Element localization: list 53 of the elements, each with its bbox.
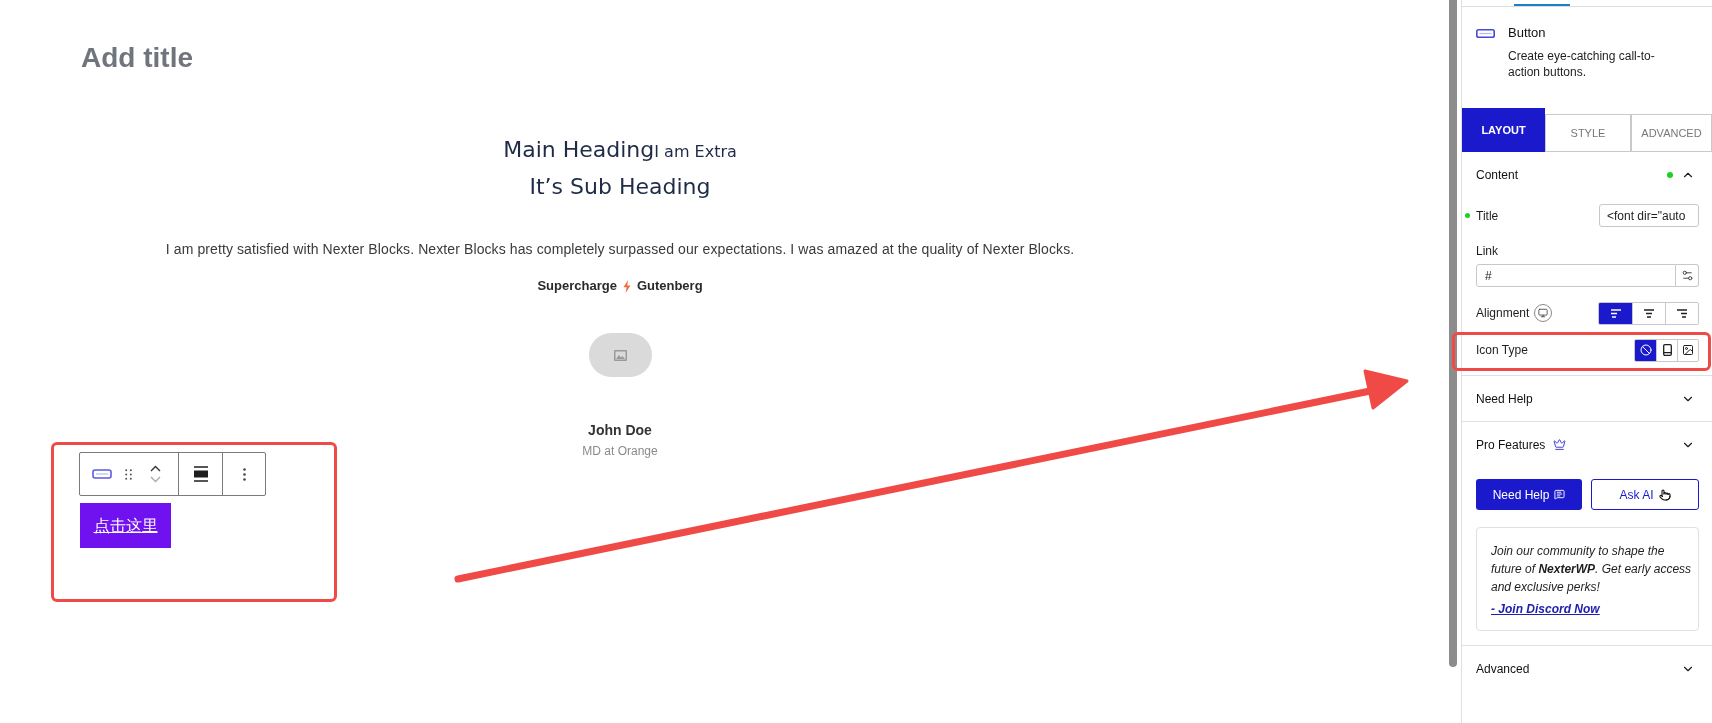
heading-extra: I am Extra — [654, 141, 737, 163]
align-left-icon — [1609, 308, 1622, 318]
need-help-button[interactable]: Need Help — [1476, 479, 1582, 510]
panel-header[interactable]: Content — [1462, 152, 1712, 197]
field-label: Alignment — [1476, 305, 1530, 321]
person-role: MD at Orange — [582, 443, 658, 459]
panel-header[interactable]: Advanced — [1462, 646, 1712, 691]
more-options-icon[interactable] — [242, 467, 246, 481]
scrollbar-thumb[interactable] — [1449, 0, 1457, 667]
ban-icon — [1639, 344, 1652, 356]
settings-tab[interactable]: LAYOUT — [1462, 108, 1545, 152]
field-label: Link — [1476, 243, 1498, 259]
block-title: Button — [1508, 24, 1546, 43]
align-center-icon — [1643, 308, 1655, 318]
image-icon — [1682, 344, 1694, 356]
main-heading: Main Heading — [503, 136, 655, 164]
alignment-option[interactable] — [1665, 302, 1698, 324]
active-tab-underline — [1514, 4, 1570, 6]
field-label: Title — [1476, 207, 1499, 224]
align-right-icon — [1676, 308, 1688, 318]
drag-handle-icon[interactable] — [125, 468, 132, 480]
block-description: Create eye-catching call-to-action buttons. — [1508, 48, 1656, 80]
move-up-icon[interactable] — [150, 465, 161, 472]
link-field[interactable]: # — [1476, 264, 1676, 287]
person-name: John Doe — [588, 421, 652, 440]
panel-header[interactable]: Need Help — [1462, 376, 1712, 421]
tagline-text: Gutenberg — [636, 277, 703, 296]
alignment-option[interactable] — [1599, 302, 1632, 324]
icon-type-option[interactable] — [1635, 339, 1656, 361]
link-settings-button[interactable] — [1676, 264, 1699, 287]
image-icon — [613, 349, 627, 361]
sub-heading: It’s Sub Heading — [529, 173, 711, 201]
panel-header[interactable]: Pro Features — [1462, 422, 1712, 467]
testimonial-text: I am pretty satisfied with Nexter Blocks. Nexter Blocks has completely surpassed our expectations. I was amazed at the quality of Nexter Blocks. — [165, 240, 1075, 259]
pointer-hand-icon — [1658, 488, 1671, 501]
settings-tab[interactable]: ADVANCED — [1631, 114, 1712, 152]
discord-link[interactable]: - Join Discord Now — [1491, 601, 1600, 617]
tablet-icon — [1662, 344, 1672, 356]
sliders-icon — [1680, 269, 1694, 282]
tagline-text: Supercharge — [537, 277, 617, 296]
ask-ai-button[interactable]: Ask AI — [1591, 479, 1699, 510]
block-width-icon[interactable] — [193, 466, 208, 482]
cta-button[interactable]: 点击这里 — [80, 503, 171, 548]
title-field[interactable]: <font dir="auto — [1599, 204, 1699, 227]
settings-tab[interactable]: STYLE — [1545, 114, 1631, 152]
button-block-icon[interactable] — [92, 469, 112, 479]
button-block-icon — [1476, 28, 1495, 38]
chat-icon — [1554, 489, 1566, 500]
field-label: Icon Type — [1476, 342, 1528, 358]
title-field[interactable]: Add title — [81, 40, 281, 76]
icon-type-option[interactable] — [1677, 339, 1698, 361]
community-note: Join our community to shape the future of NexterWP. Get early access and exclusive perks! — [1491, 543, 1693, 596]
lightning-icon — [622, 279, 631, 293]
